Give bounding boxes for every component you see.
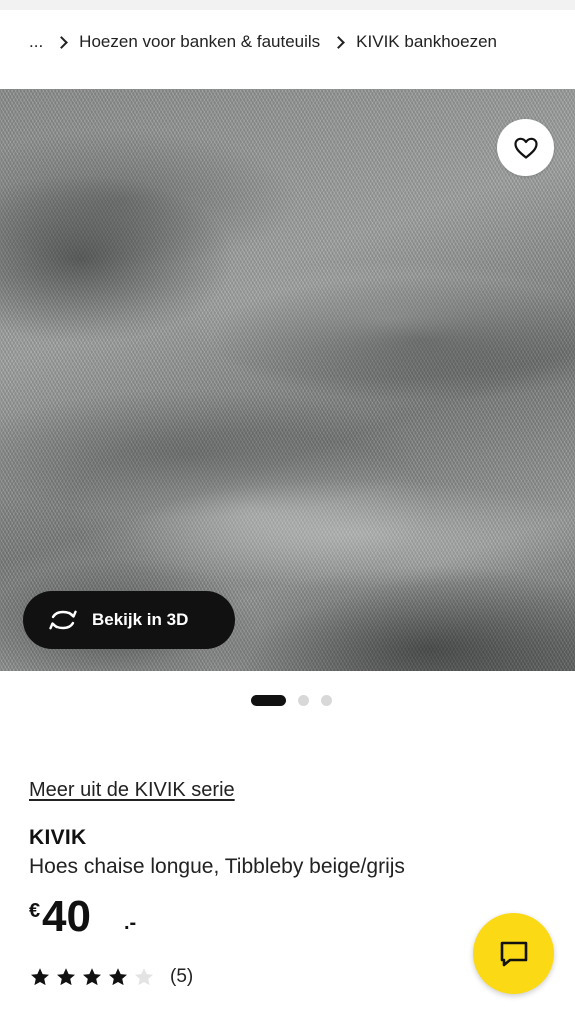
product-name: KIVIK	[29, 826, 87, 849]
price-currency: €	[29, 900, 41, 922]
chat-button[interactable]	[473, 913, 554, 994]
price-integer: 40	[42, 892, 91, 941]
fabric-fold	[120, 479, 575, 589]
breadcrumb-ellipsis[interactable]: ...	[29, 32, 43, 52]
product-image[interactable]	[0, 89, 575, 671]
product-description: Hoes chaise longue, Tibbleby beige/grijs	[29, 855, 405, 878]
carousel-indicator	[0, 695, 575, 707]
review-count[interactable]: (5)	[170, 966, 193, 988]
chevron-right-icon	[332, 35, 346, 49]
breadcrumb-item-hoezen[interactable]: Hoezen voor banken & fauteuils	[79, 32, 320, 52]
fabric-fold	[180, 259, 575, 379]
star-filled-icon	[109, 968, 127, 986]
favorite-button[interactable]	[497, 119, 554, 176]
rotate-3d-icon	[48, 608, 78, 632]
product-rating[interactable]: (5)	[29, 966, 193, 988]
view-in-3d-label: Bekijk in 3D	[92, 610, 189, 629]
chevron-right-icon	[55, 35, 69, 49]
star-filled-icon	[57, 968, 75, 986]
chat-bubble-icon	[500, 941, 527, 966]
star-filled-icon	[31, 968, 49, 986]
fabric-fold	[0, 129, 300, 269]
view-in-3d-button[interactable]: Bekijk in 3D	[23, 591, 235, 649]
carousel-dot[interactable]	[298, 695, 309, 706]
carousel-dot-active[interactable]	[251, 695, 286, 706]
carousel-dot[interactable]	[321, 695, 332, 706]
heart-outline-icon	[513, 137, 538, 159]
breadcrumb: ... Hoezen voor banken & fauteuils KIVIK…	[29, 30, 497, 54]
breadcrumb-item-kivik[interactable]: KIVIK bankhoezen	[356, 32, 497, 52]
price-decimal: .-	[124, 912, 137, 934]
star-filled-icon	[83, 968, 101, 986]
star-empty-icon	[135, 968, 153, 986]
top-strip	[0, 0, 575, 10]
series-link[interactable]: Meer uit de KIVIK serie	[29, 779, 235, 802]
